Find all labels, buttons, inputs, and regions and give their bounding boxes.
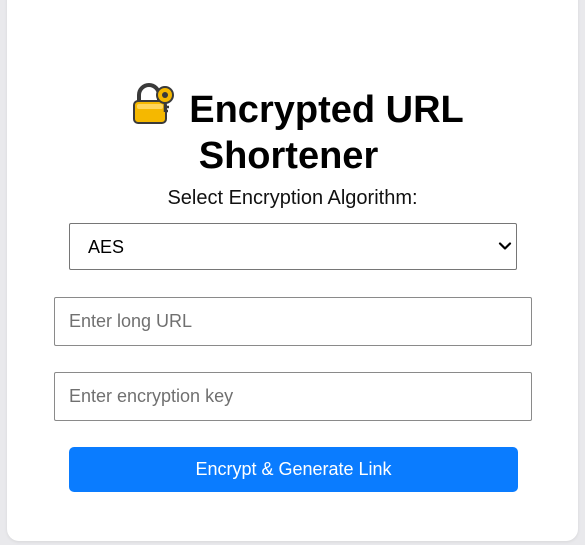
algorithm-selected-value: AES xyxy=(88,237,125,257)
encrypt-generate-button[interactable]: Encrypt & Generate Link xyxy=(69,447,518,492)
algorithm-select[interactable]: AES xyxy=(69,223,517,270)
title-text-1: Encrypted URL xyxy=(189,89,464,131)
algorithm-label: Select Encryption Algorithm: xyxy=(167,187,418,209)
chevron-down-icon xyxy=(498,242,512,250)
encryption-key-input[interactable] xyxy=(54,372,532,421)
title-line-2: Shortener xyxy=(198,135,379,177)
title-line-1: Encrypted URL xyxy=(0,82,585,133)
lock-with-key-icon xyxy=(133,83,175,124)
page-title: Encrypted URL Shortener xyxy=(0,82,585,179)
long-url-input[interactable] xyxy=(54,297,532,346)
